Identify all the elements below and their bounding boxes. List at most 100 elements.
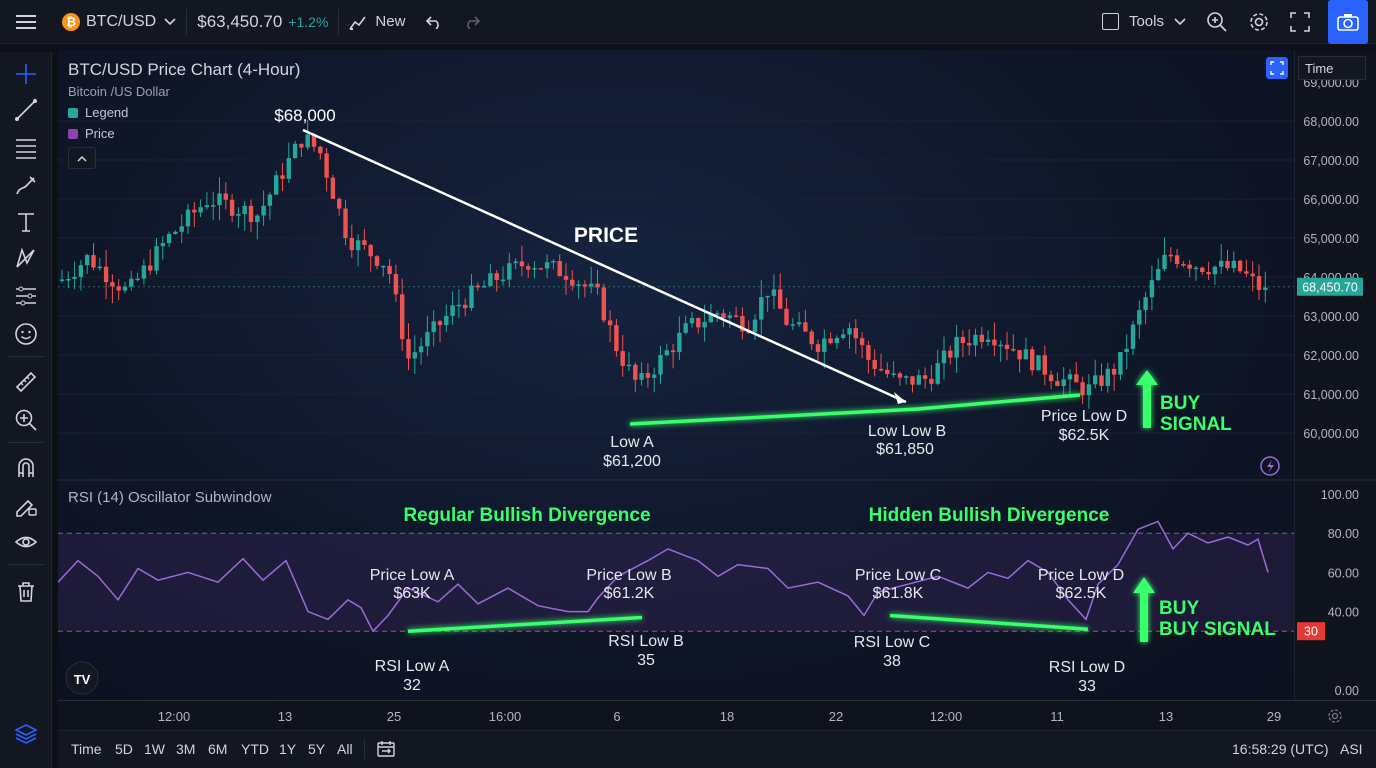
exchange-label[interactable]: ASI <box>1340 741 1363 757</box>
candle-body <box>507 263 512 280</box>
ruler-tool[interactable] <box>12 368 40 396</box>
range-5d[interactable]: 5D <box>115 741 133 757</box>
new-chart-button[interactable]: New <box>339 0 415 44</box>
time-axis-button[interactable]: Time <box>1298 56 1366 80</box>
chevron-down-icon <box>164 17 176 25</box>
text-tool[interactable] <box>12 208 40 236</box>
candle-body <box>834 337 840 344</box>
top-toolbar: ₿ BTC/USD $63,450.70 +1.2% New Tools <box>0 0 1376 44</box>
chart-type-icon <box>349 16 367 30</box>
range-5y[interactable]: 5Y <box>308 741 325 757</box>
candle-body <box>1244 271 1249 274</box>
candle-body <box>135 278 140 281</box>
rsi-low-c-label: RSI Low C <box>854 634 930 651</box>
price-axis[interactable]: 68,000.0067,000.0066,000.0065,000.0064,0… <box>1294 50 1376 700</box>
lock-drawings-tool[interactable] <box>12 492 40 520</box>
candle-body <box>1181 263 1186 266</box>
trendline-tool[interactable] <box>12 96 40 124</box>
candle-body <box>129 278 134 287</box>
menu-button[interactable] <box>0 0 52 44</box>
zoom-in-icon <box>15 409 37 431</box>
candle-body <box>853 328 858 339</box>
screenshot-button[interactable] <box>1328 0 1368 44</box>
crosshair-tool[interactable] <box>12 60 40 88</box>
fib-tool[interactable] <box>12 134 40 162</box>
fullscreen-button[interactable] <box>1280 0 1320 44</box>
candle-body <box>1011 349 1016 351</box>
candle-body <box>595 283 600 288</box>
low-a-title: Low A <box>610 434 654 451</box>
zoom-in-tool[interactable] <box>12 406 40 434</box>
candle-body <box>1074 374 1079 383</box>
brush-tool[interactable] <box>12 172 40 200</box>
range-3m[interactable]: 3M <box>176 741 195 757</box>
legend-item-price[interactable]: Price <box>68 126 300 141</box>
candle-body <box>973 334 978 346</box>
pattern-tool[interactable] <box>12 244 40 272</box>
range-6m[interactable]: 6M <box>208 741 227 757</box>
chart-subtitle: Bitcoin /US Dollar <box>68 84 170 99</box>
candle-body <box>960 337 966 344</box>
date-range-button[interactable] <box>376 740 396 763</box>
candle-body <box>242 205 247 215</box>
candle-body <box>589 283 594 287</box>
candle-body <box>1237 260 1243 272</box>
candle-body <box>1256 276 1262 290</box>
collapse-legend-button[interactable] <box>68 147 96 169</box>
delete-tool[interactable] <box>12 578 40 606</box>
zoom-button[interactable] <box>1196 0 1238 44</box>
candle-body <box>967 343 972 346</box>
candle-body <box>267 194 273 206</box>
settings-button[interactable] <box>1238 0 1280 44</box>
forecast-tool[interactable] <box>12 282 40 310</box>
candle-body <box>204 205 210 208</box>
legend-item-legend[interactable]: Legend <box>68 105 300 120</box>
time-axis-canvas: 12:00 13 25 16:00 6 18 22 12:00 11 13 29 <box>158 709 1282 724</box>
candle-body <box>500 279 506 282</box>
object-tree-button[interactable] <box>12 720 40 748</box>
tools-dropdown[interactable]: Tools <box>1092 0 1196 44</box>
candle-body <box>733 315 739 317</box>
fullscreen-icon <box>1290 11 1310 32</box>
candle-body <box>280 175 285 179</box>
candle-body <box>475 285 480 288</box>
date-range-icon <box>377 741 395 757</box>
candle-body <box>796 322 802 325</box>
symbol-selector[interactable]: ₿ BTC/USD <box>52 0 186 44</box>
time-tick-label: 12:00 <box>158 709 191 724</box>
range-1w[interactable]: 1W <box>144 741 165 757</box>
range-time[interactable]: Time <box>71 741 102 757</box>
candle-body <box>904 376 909 378</box>
candle-body <box>916 375 921 385</box>
candle-body <box>765 295 770 298</box>
magnet-tool[interactable] <box>12 454 40 482</box>
candle-body <box>885 369 890 375</box>
price-text: PRICE <box>574 224 638 247</box>
time-tick-label: 13 <box>278 709 292 724</box>
price-low-a-label: Price Low A <box>370 567 455 584</box>
candle-body <box>954 337 959 358</box>
clock-display[interactable]: 16:58:29 (UTC) <box>1232 741 1328 757</box>
price-tick-label: 63,000.00 <box>1303 310 1359 324</box>
range-1y[interactable]: 1Y <box>279 741 296 757</box>
candle-body <box>809 331 814 345</box>
range-all[interactable]: All <box>337 741 353 757</box>
candle-body <box>897 373 903 378</box>
new-label: New <box>375 13 406 30</box>
rsi-low-a-label: RSI Low A <box>375 658 450 675</box>
candle-body <box>1137 310 1142 325</box>
range-ytd[interactable]: YTD <box>241 741 269 757</box>
price-annotations: $68,000PRICELow A$61,200Low Low B$61,850… <box>274 57 1288 476</box>
axis-settings-button[interactable] <box>1294 700 1376 730</box>
candle-body <box>387 265 392 274</box>
candle-body <box>400 294 405 340</box>
candle-body <box>519 261 525 267</box>
emoji-tool[interactable] <box>12 320 40 348</box>
price-low-d-label: Price Low D <box>1038 567 1124 584</box>
time-axis[interactable]: 12:00 13 25 16:00 6 18 22 12:00 11 13 29 <box>58 700 1294 730</box>
candle-body <box>324 153 329 178</box>
redo-button[interactable] <box>453 0 491 44</box>
undo-button[interactable] <box>415 0 453 44</box>
candle-body <box>173 231 178 234</box>
visibility-tool[interactable] <box>12 528 40 556</box>
